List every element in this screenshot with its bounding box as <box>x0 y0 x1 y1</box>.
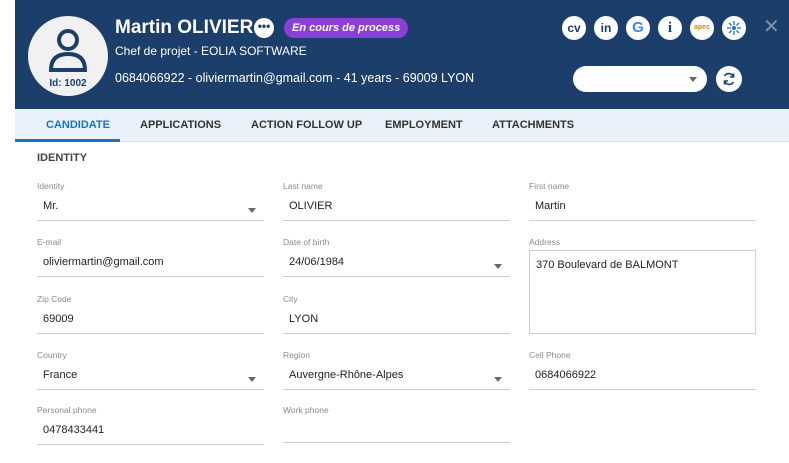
identity-select[interactable]: Mr. <box>37 197 264 221</box>
last-name-label: Last name <box>283 181 323 191</box>
user-icon <box>48 29 88 72</box>
dob-label: Date of birth <box>283 237 330 247</box>
tab-candidate[interactable]: CANDIDATE <box>46 109 110 142</box>
first-name-field[interactable]: Martin <box>529 197 756 221</box>
star-burst-icon <box>727 21 741 35</box>
candidate-job-title: Chef de projet - EOLIA SOFTWARE <box>115 44 307 58</box>
tab-bar: CANDIDATE APPLICATIONS ACTION FOLLOW UP … <box>15 109 789 142</box>
tab-employment[interactable]: EMPLOYMENT <box>385 109 463 142</box>
cell-phone-field[interactable]: 0684066922 <box>529 366 756 390</box>
candidate-header: Id: 1002 Martin OLIVIER ••• En cours de … <box>15 0 789 109</box>
dob-select[interactable]: 24/06/1984 <box>283 253 510 277</box>
chevron-down-icon <box>494 264 502 269</box>
pole-emploi-icon[interactable] <box>722 16 746 40</box>
address-label: Address <box>529 237 561 247</box>
region-select[interactable]: Auvergne-Rhône-Alpes <box>283 366 510 390</box>
avatar[interactable]: Id: 1002 <box>28 16 108 96</box>
chevron-down-icon <box>248 208 256 213</box>
status-badge[interactable]: En cours de process <box>284 18 409 38</box>
last-name-field[interactable]: OLIVIER <box>283 197 510 221</box>
info-icon[interactable]: i <box>658 16 682 40</box>
work-phone-label: Work phone <box>283 405 329 415</box>
personal-phone-field[interactable]: 0478433441 <box>37 421 264 445</box>
address-textarea[interactable]: 370 Boulevard de BALMONT <box>529 250 756 334</box>
google-icon[interactable]: G <box>626 16 650 40</box>
candidate-name: Martin OLIVIER <box>115 17 254 38</box>
cell-phone-label: Cell Phone <box>529 350 571 360</box>
linkedin-icon[interactable]: in <box>594 16 618 40</box>
first-name-label: First name <box>529 181 570 191</box>
cv-icon[interactable]: cv <box>562 16 586 40</box>
chevron-down-icon <box>689 77 697 82</box>
email-field[interactable]: oliviermartin@gmail.com <box>37 253 264 277</box>
candidate-contact-line: 0684066922 - oliviermartin@gmail.com - 4… <box>115 71 475 85</box>
more-options-button[interactable]: ••• <box>254 18 274 38</box>
refresh-button[interactable] <box>716 66 742 92</box>
chevron-down-icon <box>494 377 502 382</box>
identity-label: Identity <box>37 181 65 191</box>
section-title: IDENTITY <box>37 152 88 164</box>
tab-applications[interactable]: APPLICATIONS <box>140 109 221 142</box>
work-phone-field[interactable] <box>283 419 510 443</box>
email-label: E-mail <box>37 237 62 247</box>
country-label: Country <box>37 350 67 360</box>
refresh-icon <box>723 72 735 86</box>
tab-attachments[interactable]: ATTACHMENTS <box>492 109 574 142</box>
active-tab-indicator <box>15 139 120 142</box>
close-icon[interactable]: ✕ <box>763 17 780 37</box>
header-select[interactable] <box>573 66 707 92</box>
city-field[interactable]: LYON <box>283 310 510 334</box>
tab-action-follow-up[interactable]: ACTION FOLLOW UP <box>251 109 362 142</box>
region-label: Region <box>283 350 310 360</box>
city-label: City <box>283 294 298 304</box>
chevron-down-icon <box>248 377 256 382</box>
country-select[interactable]: France <box>37 366 264 390</box>
personal-phone-label: Personal phone <box>37 405 97 415</box>
zip-code-label: Zip Code <box>37 294 72 304</box>
apec-icon[interactable]: apec <box>690 16 714 40</box>
zip-code-field[interactable]: 69009 <box>37 310 264 334</box>
candidate-id: Id: 1002 <box>49 78 87 89</box>
